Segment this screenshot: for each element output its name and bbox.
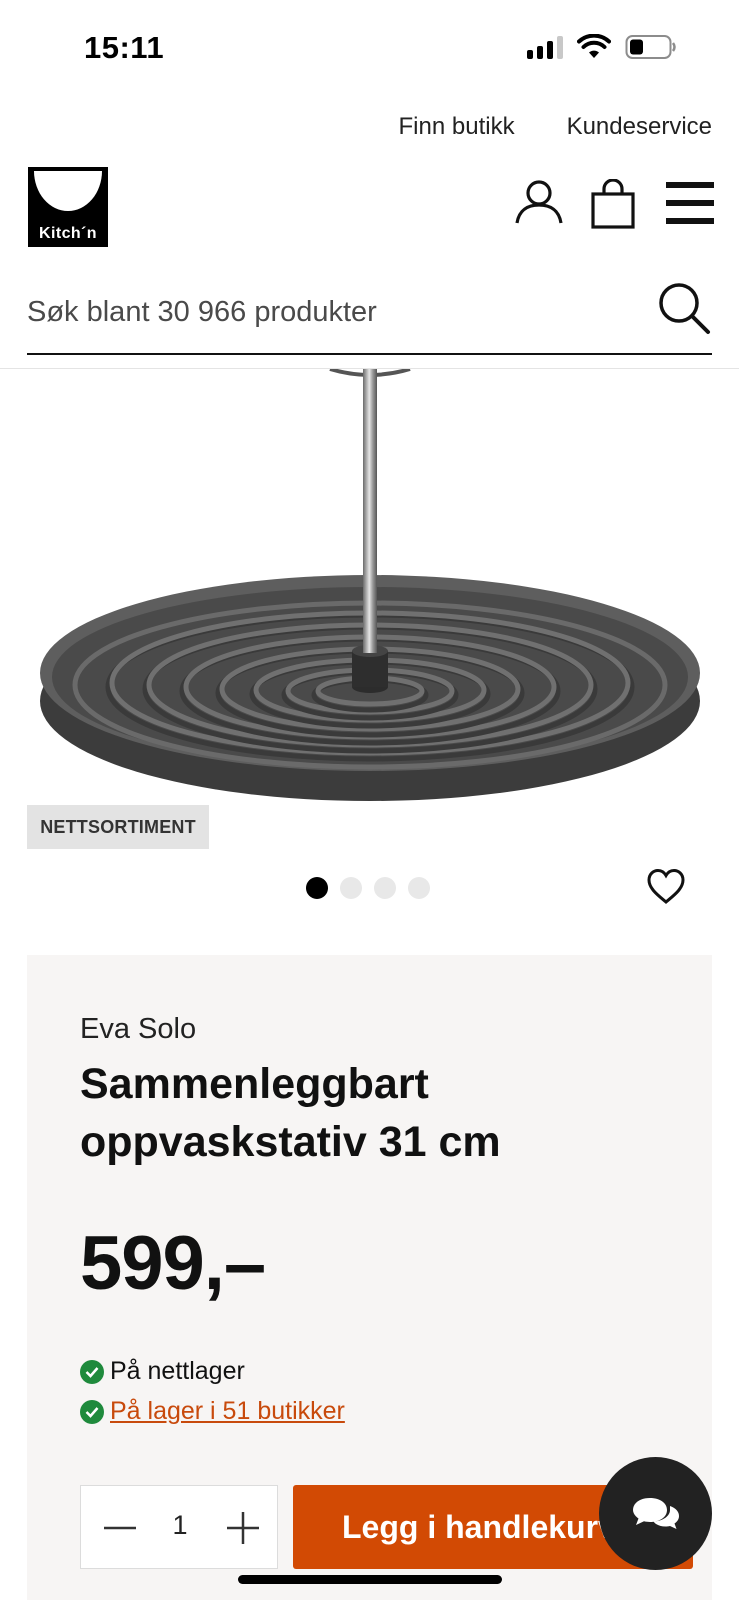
status-time: 15:11: [84, 30, 165, 65]
chat-button[interactable]: [599, 1457, 712, 1570]
user-icon[interactable]: [514, 177, 564, 227]
carousel-dot-2[interactable]: [340, 877, 362, 899]
status-bar: 15:11: [0, 0, 739, 100]
battery-icon: [625, 35, 676, 59]
shopping-bag-icon[interactable]: [591, 179, 635, 229]
search-input[interactable]: [27, 290, 627, 334]
logo-text: Kitch´n: [39, 225, 97, 242]
plus-icon[interactable]: [221, 1506, 265, 1550]
minus-icon[interactable]: [98, 1506, 142, 1550]
stock-online: På nettlager: [80, 1357, 245, 1386]
carousel-dots: [306, 877, 430, 899]
product-price: 599,–: [80, 1221, 266, 1306]
heart-icon[interactable]: [647, 868, 685, 906]
product-title: Sammenleggbart oppvaskstativ 31 cm: [80, 1060, 501, 1166]
search-bar: [27, 270, 712, 355]
product-badge: NETTSORTIMENT: [27, 805, 209, 849]
home-indicator: [238, 1575, 502, 1584]
carousel-dot-1[interactable]: [306, 877, 328, 899]
carousel-dot-3[interactable]: [374, 877, 396, 899]
site-header: Kitch´n: [0, 165, 739, 255]
quantity-value[interactable]: 1: [155, 1510, 205, 1541]
product-image[interactable]: [0, 369, 739, 829]
menu-icon[interactable]: [666, 181, 714, 225]
quantity-stepper: 1: [80, 1485, 278, 1569]
carousel-dot-4[interactable]: [408, 877, 430, 899]
dish-rack-illustration: [40, 369, 700, 801]
kitchn-logo[interactable]: Kitch´n: [28, 167, 108, 247]
top-links: Finn butikk Kundeservice: [399, 113, 712, 141]
chat-icon: [632, 1497, 679, 1529]
check-circle-icon: [80, 1399, 104, 1424]
logo-bowl-shape: [30, 169, 106, 225]
search-icon[interactable]: [656, 280, 712, 336]
check-circle-icon: [80, 1359, 104, 1384]
stock-stores-link[interactable]: På lager i 51 butikker: [110, 1397, 345, 1426]
find-store-link[interactable]: Finn butikk: [399, 113, 515, 141]
product-brand[interactable]: Eva Solo: [80, 1013, 196, 1046]
stock-stores[interactable]: På lager i 51 butikker: [80, 1397, 345, 1426]
stock-online-label: På nettlager: [110, 1357, 245, 1385]
status-icons: [527, 34, 677, 60]
cellular-signal-icon: [527, 35, 563, 59]
customer-service-link[interactable]: Kundeservice: [567, 113, 712, 141]
wifi-icon: [577, 34, 611, 58]
